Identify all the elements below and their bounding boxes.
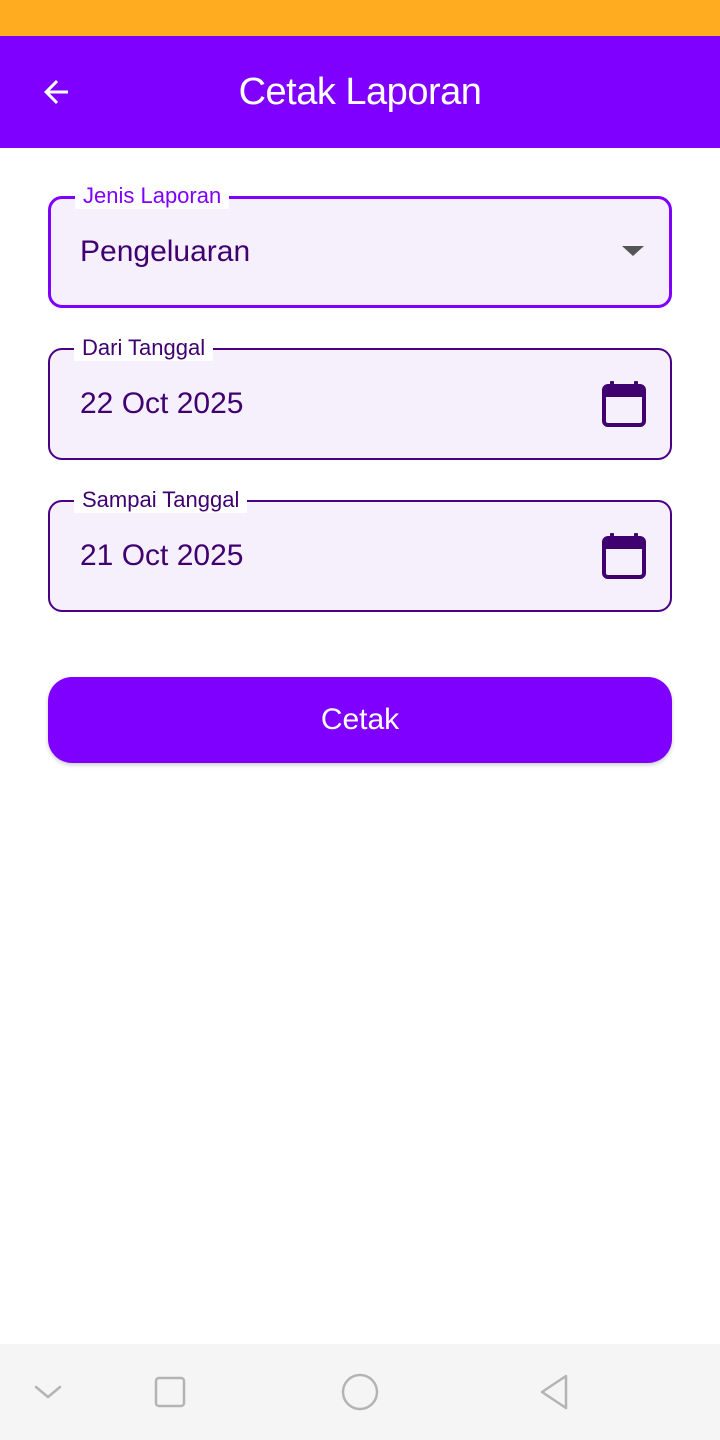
recents-button[interactable] [146,1368,194,1416]
calendar-icon[interactable] [602,533,646,579]
collapse-button[interactable] [28,1368,68,1416]
print-button[interactable]: Cetak [48,677,672,763]
back-icon [540,1374,568,1410]
report-type-value: Pengeluaran [80,235,251,268]
recents-icon [154,1376,186,1408]
dropdown-arrow-icon [621,240,645,264]
report-type-dropdown[interactable]: Jenis Laporan Pengeluaran [48,183,672,308]
home-icon [341,1373,379,1411]
calendar-icon[interactable] [602,381,646,427]
status-bar [0,0,720,36]
date-from-value: 22 Oct 2025 [80,387,244,420]
back-button[interactable] [28,64,84,120]
date-from-field[interactable]: Dari Tanggal 22 Oct 2025 [48,335,672,460]
arrow-left-icon [44,80,68,104]
app-bar: Cetak Laporan [0,36,720,148]
collapse-icon [34,1385,62,1399]
system-navigation-bar [0,1344,720,1440]
system-back-button[interactable] [528,1368,580,1416]
home-button[interactable] [334,1368,386,1416]
date-to-field[interactable]: Sampai Tanggal 21 Oct 2025 [48,487,672,612]
date-to-value: 21 Oct 2025 [80,539,244,572]
page-title: Cetak Laporan [238,71,482,113]
